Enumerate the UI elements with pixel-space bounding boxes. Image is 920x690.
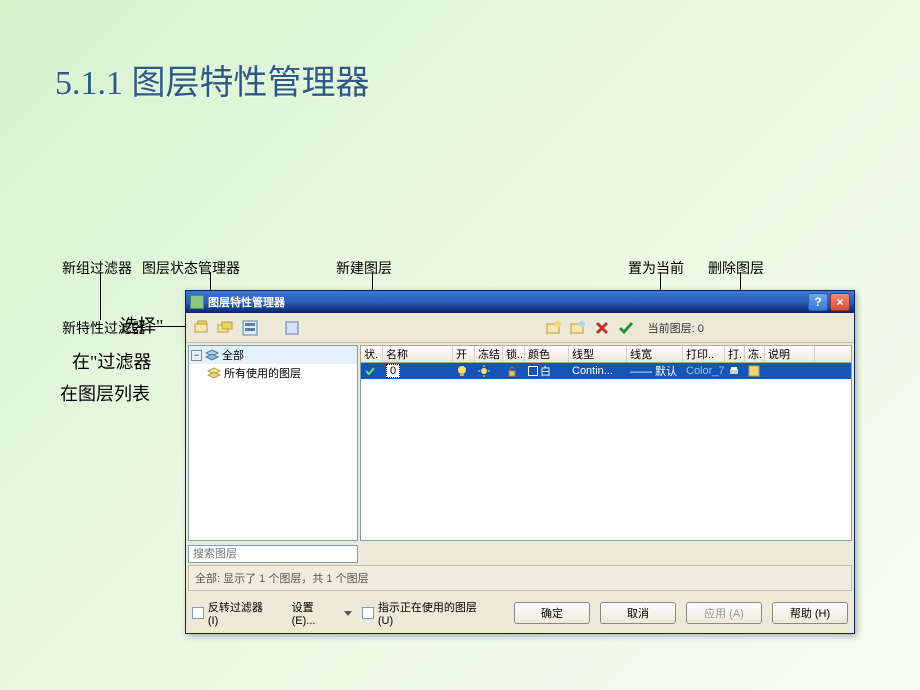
collapse-icon[interactable]: − [191, 350, 202, 361]
apply-button[interactable]: 应用 (A) [686, 602, 762, 624]
layer-states-manager-button[interactable] [240, 318, 260, 338]
check-icon [364, 365, 376, 377]
set-current-button[interactable] [616, 318, 636, 338]
callout-line [100, 272, 101, 320]
tree-child[interactable]: 所有使用的图层 [189, 364, 357, 382]
current-layer-label: 当前图层: 0 [648, 320, 704, 336]
layer-row[interactable]: 0 白 Contin... —— 默认 Color_7 [361, 363, 851, 379]
window-title: 图层特性管理器 [208, 294, 806, 310]
sun-icon[interactable] [478, 365, 490, 377]
new-layer-vp-frozen-button[interactable] [568, 318, 588, 338]
settings-button[interactable]: 设置 (E)... [292, 599, 352, 627]
col-lock[interactable]: 锁.. [503, 346, 525, 362]
delete-layer-button[interactable] [592, 318, 612, 338]
col-freeze2[interactable]: 冻. [745, 346, 765, 362]
new-group-filter-button[interactable] [216, 318, 236, 338]
tree-root[interactable]: − 全部 [189, 346, 357, 364]
col-description[interactable]: 说明 [765, 346, 815, 362]
layer-properties-dialog: 图层特性管理器 ? × 当前图层: 0 [185, 290, 855, 634]
close-button[interactable]: × [830, 293, 850, 311]
linetype-cell[interactable]: Contin... [569, 365, 627, 377]
anno-new-layer: 新建图层 [336, 258, 392, 278]
new-property-filter-button[interactable] [192, 318, 212, 338]
tree-root-label: 全部 [222, 347, 244, 363]
dropdown-arrow-icon [344, 611, 352, 616]
side-text-layerlist: 在图层列表 [60, 380, 150, 406]
color-name: 白 [540, 363, 551, 379]
slide-title: 5.1.1 图层特性管理器 [55, 55, 370, 104]
app-icon [190, 295, 204, 309]
help-titlebar-button[interactable]: ? [808, 293, 828, 311]
invert-filter-checkbox[interactable]: 反转过滤器 (I) [192, 599, 276, 627]
plotstyle-cell[interactable]: Color_7 [683, 365, 725, 377]
help-button[interactable]: 帮助 (H) [772, 602, 848, 624]
layer-list-body[interactable]: 0 白 Contin... —— 默认 Color_7 [360, 363, 852, 541]
color-swatch[interactable] [528, 366, 538, 376]
anno-delete-layer: 删除图层 [708, 258, 764, 278]
refresh-button[interactable] [282, 318, 302, 338]
col-status[interactable]: 状. [361, 346, 383, 362]
col-plotstyle[interactable]: 打印.. [683, 346, 725, 362]
checkbox-icon [192, 607, 204, 619]
titlebar[interactable]: 图层特性管理器 ? × [186, 291, 854, 313]
anno-new-group-filter: 新组过滤器 [62, 258, 132, 278]
vp-freeze-icon[interactable] [748, 365, 760, 377]
status-bar: 全部: 显示了 1 个图层，共 1 个图层 [188, 565, 852, 591]
anno-layer-state-mgr: 图层状态管理器 [142, 258, 240, 278]
new-layer-button[interactable] [544, 318, 564, 338]
search-input[interactable] [188, 545, 358, 563]
filter-tree[interactable]: − 全部 所有使用的图层 [188, 345, 358, 541]
col-lineweight[interactable]: 线宽 [627, 346, 683, 362]
col-linetype[interactable]: 线型 [569, 346, 627, 362]
lineweight-cell[interactable]: —— 默认 [627, 363, 683, 379]
col-freeze[interactable]: 冻结 [475, 346, 503, 362]
printer-icon[interactable] [728, 365, 740, 377]
cancel-button[interactable]: 取消 [600, 602, 676, 624]
col-on[interactable]: 开 [453, 346, 475, 362]
layers-icon [205, 349, 219, 361]
checkbox-icon [362, 607, 374, 619]
bottom-bar: 反转过滤器 (I) 设置 (E)... 指示正在使用的图层 (U) 确定 取消 … [186, 593, 854, 633]
side-text-select: 选择" [120, 312, 163, 338]
ok-button[interactable]: 确定 [514, 602, 590, 624]
anno-set-current: 置为当前 [628, 258, 684, 278]
col-name[interactable]: 名称 [383, 346, 453, 362]
layer-list-panel: 状. 名称 开 冻结 锁.. 颜色 线型 线宽 打印.. 打. 冻. 说明 0 [360, 345, 852, 541]
side-text-filter: 在"过滤器 [72, 348, 151, 374]
layer-name[interactable]: 0 [386, 364, 400, 378]
tree-child-label: 所有使用的图层 [224, 365, 301, 381]
col-print[interactable]: 打. [725, 346, 745, 362]
toolbar: 当前图层: 0 [186, 313, 854, 343]
col-color[interactable]: 颜色 [525, 346, 569, 362]
unlock-icon[interactable] [506, 365, 518, 377]
layer-list-header[interactable]: 状. 名称 开 冻结 锁.. 颜色 线型 线宽 打印.. 打. 冻. 说明 [360, 345, 852, 363]
indicate-in-use-checkbox[interactable]: 指示正在使用的图层 (U) [362, 599, 494, 627]
bulb-on-icon[interactable] [456, 365, 468, 377]
layers-used-icon [207, 367, 221, 379]
